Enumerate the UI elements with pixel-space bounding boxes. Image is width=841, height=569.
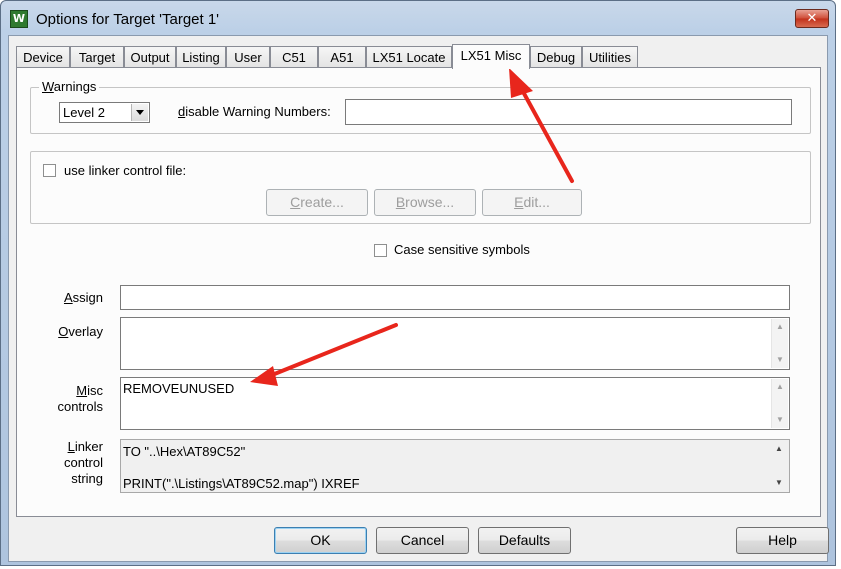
create-button[interactable]: Create...	[266, 189, 368, 216]
tab-label: LX51 Misc	[460, 48, 522, 63]
tab-target[interactable]: Target	[70, 46, 124, 68]
scroll-up-icon[interactable]: ▲	[772, 319, 788, 335]
scroll-up-icon[interactable]: ▲	[771, 441, 787, 457]
tab-label: User	[234, 50, 262, 65]
tab-debug[interactable]: Debug	[530, 46, 582, 68]
title-bar[interactable]: W Options for Target 'Target 1' ✕	[1, 1, 835, 33]
tab-a51[interactable]: A51	[318, 46, 366, 68]
linker-string-scrollbar[interactable]: ▲ ▼	[771, 441, 788, 491]
window-title: Options for Target 'Target 1'	[36, 11, 220, 28]
linker-control-string-textarea[interactable]: TO "..\Hex\AT89C52" PRINT(".\Listings\AT…	[120, 439, 790, 493]
tab-user[interactable]: User	[226, 46, 270, 68]
tab-label: Output	[130, 50, 170, 65]
disable-warning-numbers-input[interactable]	[345, 99, 792, 125]
linker-string-line-2: PRINT(".\Listings\AT89C52.map") IXREF	[123, 476, 360, 491]
defaults-button[interactable]: Defaults	[478, 527, 571, 554]
browse-button[interactable]: Browse...	[374, 189, 476, 216]
tab-lx51-misc[interactable]: LX51 Misc	[452, 44, 530, 69]
case-sensitive-symbols-label: Case sensitive symbols	[394, 242, 530, 257]
case-sensitive-symbols-checkbox[interactable]	[374, 244, 387, 257]
linker-control-file-group: use linker control file: Create... Brows…	[30, 151, 811, 224]
tab-label: Utilities	[589, 50, 631, 65]
edit-button[interactable]: Edit...	[482, 189, 582, 216]
scroll-up-icon[interactable]: ▲	[772, 379, 788, 395]
chevron-down-icon[interactable]	[131, 104, 148, 121]
help-button[interactable]: Help	[736, 527, 829, 554]
use-linker-control-file-label: use linker control file:	[64, 163, 187, 178]
tab-label: Device	[23, 50, 63, 65]
warning-level-value: Level 2	[63, 105, 105, 120]
dialog-client-area: Device Target Output Listing User C51 A5…	[8, 35, 829, 562]
tab-label: Target	[78, 50, 116, 65]
misc-controls-text: REMOVEUNUSED	[123, 381, 235, 396]
tab-label: Listing	[182, 50, 220, 65]
use-linker-control-file-checkbox[interactable]	[43, 164, 56, 177]
tab-utilities[interactable]: Utilities	[582, 46, 638, 68]
warning-level-select[interactable]: Level 2	[59, 102, 150, 123]
linker-string-line-1: TO "..\Hex\AT89C52"	[123, 444, 246, 459]
tab-label: LX51 Locate	[372, 50, 446, 65]
close-icon: ✕	[806, 11, 818, 26]
assign-input[interactable]	[120, 285, 790, 310]
warnings-group-label: Warnings	[39, 79, 100, 94]
scroll-down-icon[interactable]: ▼	[772, 352, 788, 368]
tab-label: A51	[330, 50, 354, 65]
options-dialog-window: W Options for Target 'Target 1' ✕ Device…	[0, 0, 836, 566]
disable-warning-numbers-label: disable Warning Numbers:	[178, 104, 331, 119]
tab-label: C51	[282, 50, 306, 65]
tab-label: Debug	[536, 50, 576, 65]
tab-c51[interactable]: C51	[270, 46, 318, 68]
keil-app-icon: W	[10, 10, 28, 28]
ok-button[interactable]: OK	[274, 527, 367, 554]
overlay-scrollbar[interactable]: ▲ ▼	[771, 319, 788, 368]
tab-lx51-locate[interactable]: LX51 Locate	[366, 46, 452, 68]
overlay-label: Overlay	[58, 324, 103, 339]
cancel-button[interactable]: Cancel	[376, 527, 469, 554]
scroll-down-icon[interactable]: ▼	[771, 475, 787, 491]
tab-listing[interactable]: Listing	[176, 46, 226, 68]
tab-output[interactable]: Output	[124, 46, 176, 68]
assign-label: Assign	[63, 290, 103, 305]
linker-control-string-label: Linker control string	[63, 439, 103, 486]
close-window-button[interactable]: ✕	[795, 9, 829, 28]
warnings-group: Warnings Level 2 disable Warning Numbers…	[30, 79, 811, 134]
misc-controls-label: Misc controls	[57, 383, 103, 414]
misc-controls-scrollbar[interactable]: ▲ ▼	[771, 379, 788, 428]
lx51-misc-page: Warnings Level 2 disable Warning Numbers…	[16, 67, 821, 517]
overlay-textarea[interactable]: ▲ ▼	[120, 317, 790, 370]
scroll-down-icon[interactable]: ▼	[772, 412, 788, 428]
tab-device[interactable]: Device	[16, 46, 70, 68]
misc-controls-textarea[interactable]: REMOVEUNUSED ▲ ▼	[120, 377, 790, 430]
